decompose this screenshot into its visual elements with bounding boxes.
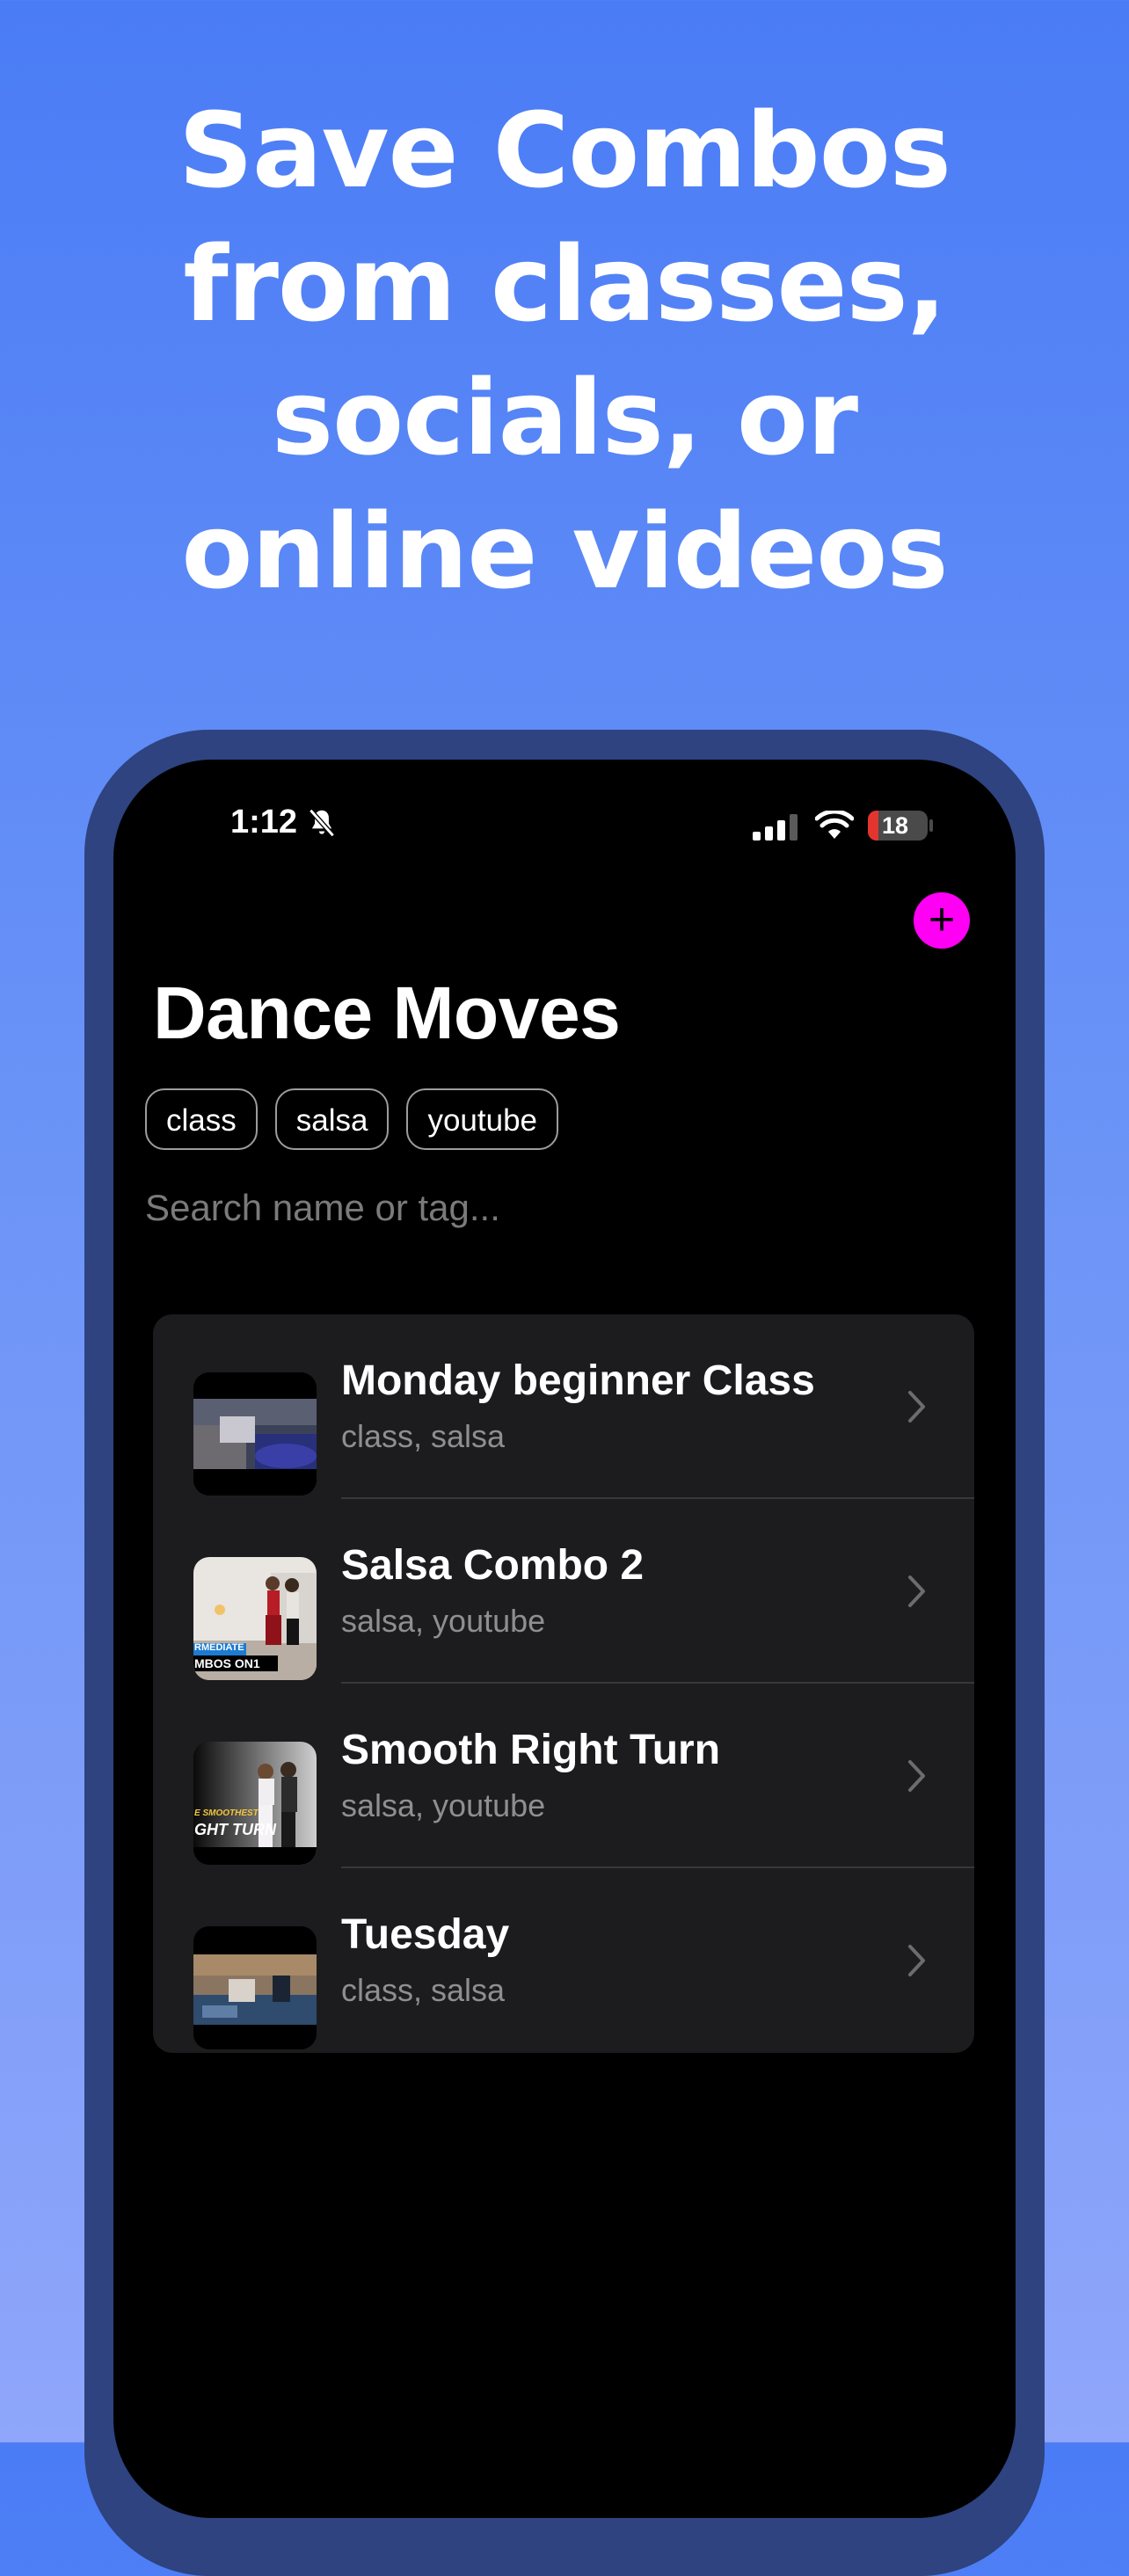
add-move-button[interactable]: + [914,892,970,949]
move-tags: salsa, youtube [341,1787,546,1823]
move-tags: salsa, youtube [341,1603,546,1639]
tag-filter-youtube[interactable]: youtube [406,1088,559,1150]
marketing-headline: Save Combos from classes, socials, or on… [0,84,1129,618]
list-item[interactable]: RMEDIATE MBOS ON1 Salsa Combo 2 salsa, y… [153,1499,974,1684]
move-name: Tuesday [341,1911,510,1958]
chevron-right-icon [908,1575,925,1607]
headline-line-1: Save Combos [178,90,951,211]
chevron-right-icon [908,1760,925,1792]
battery-level: 18 [881,812,909,839]
headline-line-3: socials, or [271,357,858,478]
move-tags: class, salsa [341,1418,506,1454]
move-tags: class, salsa [341,1972,506,2008]
chevron-right-icon [908,1391,925,1423]
video-thumbnail [193,1926,317,2049]
thumbnail-caption: RMEDIATE [194,1642,244,1653]
battery-cap [929,819,933,832]
thumbnail-caption: GHT TURN [194,1821,276,1838]
move-name: Smooth Right Turn [341,1727,721,1773]
thumbnail-caption: E SMOOTHEST [194,1808,259,1818]
moves-list: Monday beginner Class class, salsa RMEDI… [153,1314,974,2053]
list-item[interactable]: Tuesday class, salsa [153,1868,974,2053]
battery-icon: 18 [868,811,928,840]
cellular-signal-icon [753,814,798,840]
list-item[interactable]: E SMOOTHEST GHT TURN Smooth Right Turn s… [153,1684,974,1868]
move-name: Monday beginner Class [341,1357,815,1404]
headline-line-2: from classes, [183,223,946,345]
tag-filter-class[interactable]: class [145,1088,258,1150]
move-name: Salsa Combo 2 [341,1542,645,1589]
wifi-icon [815,811,854,839]
tag-filter-bar: class salsa youtube [145,1088,559,1150]
page-title: Dance Moves [153,971,621,1054]
silent-bell-icon [309,808,335,838]
list-item[interactable]: Monday beginner Class class, salsa [153,1314,974,1499]
thumbnail-caption: MBOS ON1 [194,1656,260,1670]
tag-filter-salsa[interactable]: salsa [274,1088,390,1150]
status-time: 1:12 [230,804,298,840]
search-input[interactable] [145,1177,936,1239]
video-thumbnail: E SMOOTHEST GHT TURN [193,1742,317,1865]
chevron-right-icon [908,1945,925,1976]
video-thumbnail [193,1372,317,1495]
headline-line-4: online videos [181,491,948,612]
video-thumbnail: RMEDIATE MBOS ON1 [193,1557,317,1680]
phone-screen: 1:12 18 + Dance Moves class salsa youtub… [113,760,1016,2518]
